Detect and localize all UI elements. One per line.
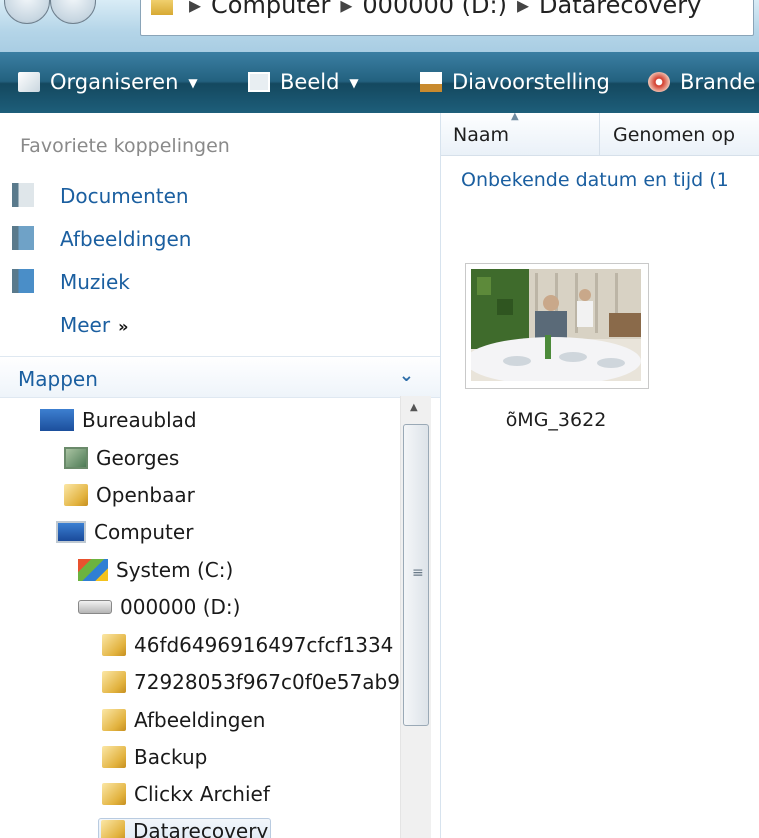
column-header-date-taken[interactable]: Genomen op (613, 124, 735, 146)
folders-header-label: Mappen (18, 367, 98, 391)
folders-header[interactable]: Mappen ⌄ (0, 356, 440, 398)
tree-item-folder-46fd[interactable]: 46fd6496916497cfcf1334 (102, 633, 393, 663)
breadcrumb-separator-icon: ▸ (516, 0, 529, 19)
forward-button[interactable] (50, 0, 96, 24)
scroll-up-icon[interactable]: ▲ (410, 402, 418, 413)
folder-icon (102, 634, 126, 656)
organise-button[interactable]: Organiseren ▼ (18, 70, 198, 94)
file-list-pane: ▲ Naam Genomen op Onbekende datum en tij… (441, 113, 759, 838)
folder-icon (101, 820, 125, 838)
group-header[interactable]: Onbekende datum en tijd (1 (461, 169, 729, 191)
column-header-bar: ▲ Naam Genomen op (441, 113, 759, 156)
tree-item-drive-d[interactable]: 000000 (D:) (78, 595, 240, 625)
tree-item-system-drive[interactable]: System (C:) (78, 558, 233, 588)
favorite-link-documents[interactable]: Documenten (12, 183, 189, 211)
slideshow-button[interactable]: Diavoorstelling (420, 70, 610, 94)
system-drive-icon (78, 559, 108, 581)
breadcrumb-separator-icon: ▸ (340, 0, 353, 19)
photo-image (471, 269, 641, 381)
pictures-icon (12, 226, 34, 250)
breadcrumb-folder[interactable]: Datarecovery (539, 0, 701, 19)
folder-icon (102, 671, 126, 693)
command-toolbar: Organiseren ▼ Beeld ▼ Diavoorstelling Bran… (0, 52, 759, 113)
tree-item-clickx-archive[interactable]: Clickx Archief (102, 782, 270, 812)
breadcrumb-separator-icon: ▸ (189, 0, 202, 19)
tree-item-computer[interactable]: Computer (56, 520, 193, 550)
chevron-down-icon: ▼ (349, 76, 359, 90)
view-icon (248, 72, 270, 92)
folder-tree: Bureaublad Georges Openbaar Computer Sys… (0, 396, 400, 838)
chevron-down-icon: ⌄ (398, 365, 414, 386)
tree-item-georges[interactable]: Georges (64, 446, 179, 476)
tree-item-pictures[interactable]: Afbeeldingen (102, 708, 265, 738)
file-name-label[interactable]: õMG_3622 (441, 409, 671, 431)
burn-disc-icon (648, 72, 670, 92)
computer-icon (56, 521, 86, 543)
file-thumbnail[interactable] (465, 263, 649, 389)
double-chevron-icon: » (118, 317, 129, 336)
scrollbar-thumb[interactable]: ≡ (403, 424, 429, 726)
burn-button[interactable]: Brande (648, 70, 755, 94)
more-links-button[interactable]: Meer» (60, 313, 128, 337)
folder-icon (151, 0, 173, 15)
folder-icon (102, 783, 126, 805)
drive-icon (78, 600, 112, 614)
breadcrumb-computer[interactable]: Computer (211, 0, 330, 19)
sort-ascending-icon: ▲ (511, 113, 519, 122)
tree-item-folder-7292[interactable]: 72928053f967c0f0e57ab9 (102, 670, 400, 700)
breadcrumb-drive[interactable]: 000000 (D:) (362, 0, 507, 19)
desktop-icon (40, 409, 74, 431)
view-button[interactable]: Beeld ▼ (248, 70, 359, 94)
favorites-header: Favoriete koppelingen (20, 135, 230, 157)
user-folder-icon (64, 447, 88, 469)
folder-icon (64, 484, 88, 506)
organise-icon (18, 72, 40, 92)
column-header-name[interactable]: Naam (453, 124, 509, 146)
tree-scrollbar[interactable]: ▲ ≡ (400, 396, 431, 838)
address-field[interactable]: ▸ Computer ▸ 000000 (D:) ▸ Datarecovery (140, 0, 754, 36)
column-divider[interactable] (599, 113, 600, 155)
tree-item-backup[interactable]: Backup (102, 745, 207, 775)
back-button[interactable] (4, 0, 50, 24)
chevron-down-icon: ▼ (188, 76, 198, 90)
tree-item-desktop[interactable]: Bureaublad (40, 408, 197, 438)
favorite-link-music[interactable]: Muziek (12, 269, 130, 297)
tree-item-public[interactable]: Openbaar (64, 483, 195, 513)
grip-icon: ≡ (412, 565, 424, 581)
documents-icon (12, 183, 34, 207)
address-bar-area: ▸ Computer ▸ 000000 (D:) ▸ Datarecovery (0, 0, 759, 52)
slideshow-icon (420, 72, 442, 92)
navigation-pane: Favoriete koppelingen Documenten Afbeeld… (0, 113, 441, 838)
music-icon (12, 269, 34, 293)
tree-item-datarecovery[interactable]: Datarecovery (98, 818, 272, 838)
favorite-link-pictures[interactable]: Afbeeldingen (12, 226, 191, 254)
folder-icon (102, 746, 126, 768)
folder-icon (102, 709, 126, 731)
